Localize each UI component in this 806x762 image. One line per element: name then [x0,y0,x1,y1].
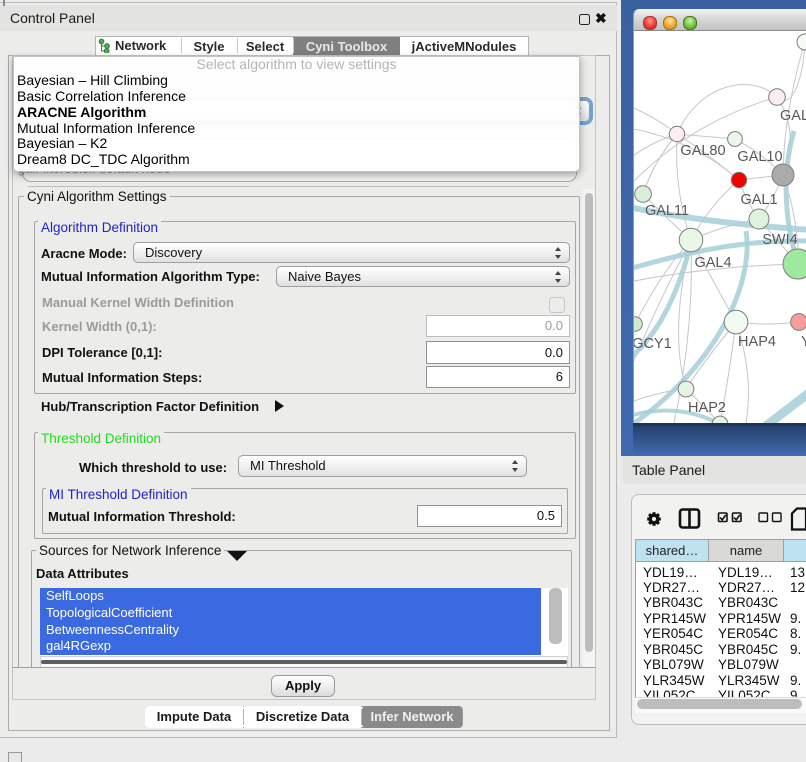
svg-text:GAL80: GAL80 [680,143,725,159]
svg-text:GAL4: GAL4 [694,255,731,271]
svg-text:GAL10: GAL10 [737,149,782,165]
svg-text:GCY1: GCY1 [634,336,672,352]
svg-text:HAP4: HAP4 [738,334,776,350]
svg-text:Y: Y [801,334,806,350]
svg-text:GAL11: GAL11 [645,203,689,219]
svg-text:GAL: GAL [780,108,806,124]
svg-text:HAP2: HAP2 [688,400,726,416]
svg-text:SWI4: SWI4 [762,232,797,248]
svg-text:GAL1: GAL1 [740,192,777,208]
